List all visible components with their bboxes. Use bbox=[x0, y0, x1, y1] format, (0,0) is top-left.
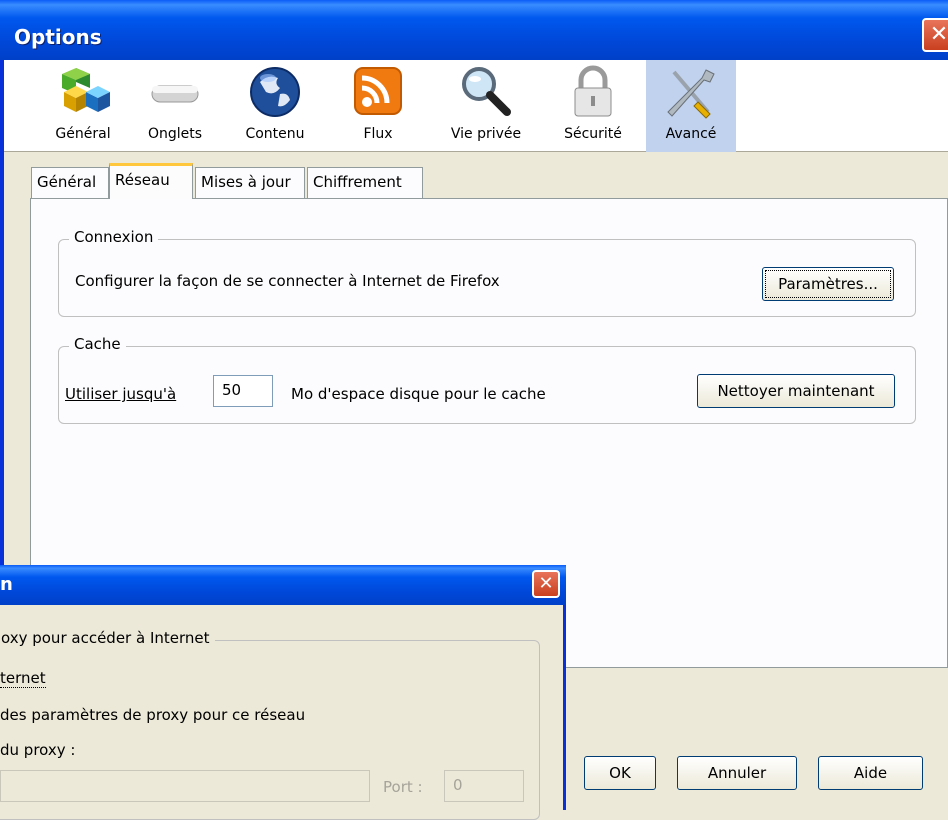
pane-label: Général bbox=[55, 126, 111, 142]
tab-network[interactable]: Réseau bbox=[109, 163, 193, 199]
cache-legend: Cache bbox=[69, 335, 126, 353]
window-title: Options bbox=[14, 25, 102, 49]
proxy-option-direct[interactable]: ternet bbox=[0, 669, 46, 688]
clear-cache-button[interactable]: Nettoyer maintenant bbox=[697, 374, 895, 408]
preferences-toolbar: Général Onglets Contenu Flux Vie privée … bbox=[4, 60, 948, 152]
proxy-group-legend: oxy pour accéder à Internet bbox=[0, 629, 215, 647]
ok-button[interactable]: OK bbox=[584, 756, 656, 790]
connection-legend: Connexion bbox=[69, 228, 159, 246]
tabs-icon bbox=[151, 85, 199, 103]
cache-group: Cache Utiliser jusqu'à 50 Mo d'espace di… bbox=[58, 335, 916, 424]
connection-group: Connexion Configurer la façon de se conn… bbox=[58, 228, 916, 317]
tab-updates[interactable]: Mises à jour bbox=[195, 167, 305, 198]
cache-use-label: Utiliser jusqu'à bbox=[65, 385, 176, 403]
tools-icon bbox=[667, 69, 715, 119]
pane-privacy[interactable]: Vie privée bbox=[432, 60, 540, 152]
proxy-option-manual[interactable]: du proxy : bbox=[0, 741, 75, 759]
dialog-title-bar[interactable]: n ✕ bbox=[0, 565, 566, 605]
padlock-icon bbox=[574, 65, 612, 117]
rss-feed-icon bbox=[354, 67, 402, 115]
pane-general[interactable]: Général bbox=[36, 60, 130, 152]
pane-advanced[interactable]: Avancé bbox=[646, 60, 736, 152]
connection-description: Configurer la façon de se connecter à In… bbox=[75, 272, 500, 290]
proxy-port-input[interactable]: 0 bbox=[444, 770, 524, 802]
dialog-title: n bbox=[0, 574, 13, 595]
pane-security[interactable]: Sécurité bbox=[549, 60, 637, 152]
pane-label: Flux bbox=[363, 126, 393, 142]
proxy-option-auto[interactable]: des paramètres de proxy pour ce réseau bbox=[0, 706, 305, 724]
cache-size-input[interactable]: 50 bbox=[213, 375, 273, 407]
connection-settings-button[interactable]: Paramètres... bbox=[762, 267, 894, 301]
proxy-port-label: Port : bbox=[383, 778, 423, 796]
cache-use-label-text: Utiliser jusqu'à bbox=[65, 385, 177, 403]
tab-general[interactable]: Général bbox=[31, 167, 109, 198]
pane-content[interactable]: Contenu bbox=[234, 60, 316, 152]
globe-icon bbox=[250, 67, 300, 117]
tab-encryption[interactable]: Chiffrement bbox=[307, 167, 423, 198]
title-bar[interactable]: Options ✕ bbox=[0, 0, 948, 60]
cancel-button[interactable]: Annuler bbox=[677, 756, 797, 790]
pane-label: Contenu bbox=[245, 126, 305, 142]
pane-feeds[interactable]: Flux bbox=[341, 60, 415, 152]
connection-settings-dialog: n ✕ oxy pour accéder à Internet ternet d… bbox=[0, 565, 566, 820]
close-button[interactable]: ✕ bbox=[922, 18, 948, 52]
pane-label: Vie privée bbox=[450, 126, 522, 142]
pane-label: Sécurité bbox=[564, 126, 622, 142]
pane-label: Avancé bbox=[665, 126, 717, 142]
pane-tabs[interactable]: Onglets bbox=[135, 60, 215, 152]
dialog-close-button[interactable]: ✕ bbox=[532, 570, 560, 598]
pane-label: Onglets bbox=[147, 126, 203, 142]
general-blocks-icon bbox=[62, 68, 110, 112]
cache-unit-label: Mo d'espace disque pour le cache bbox=[291, 385, 546, 403]
help-button[interactable]: Aide bbox=[818, 756, 923, 790]
magnifier-icon bbox=[462, 67, 511, 116]
proxy-host-input[interactable] bbox=[0, 770, 370, 802]
